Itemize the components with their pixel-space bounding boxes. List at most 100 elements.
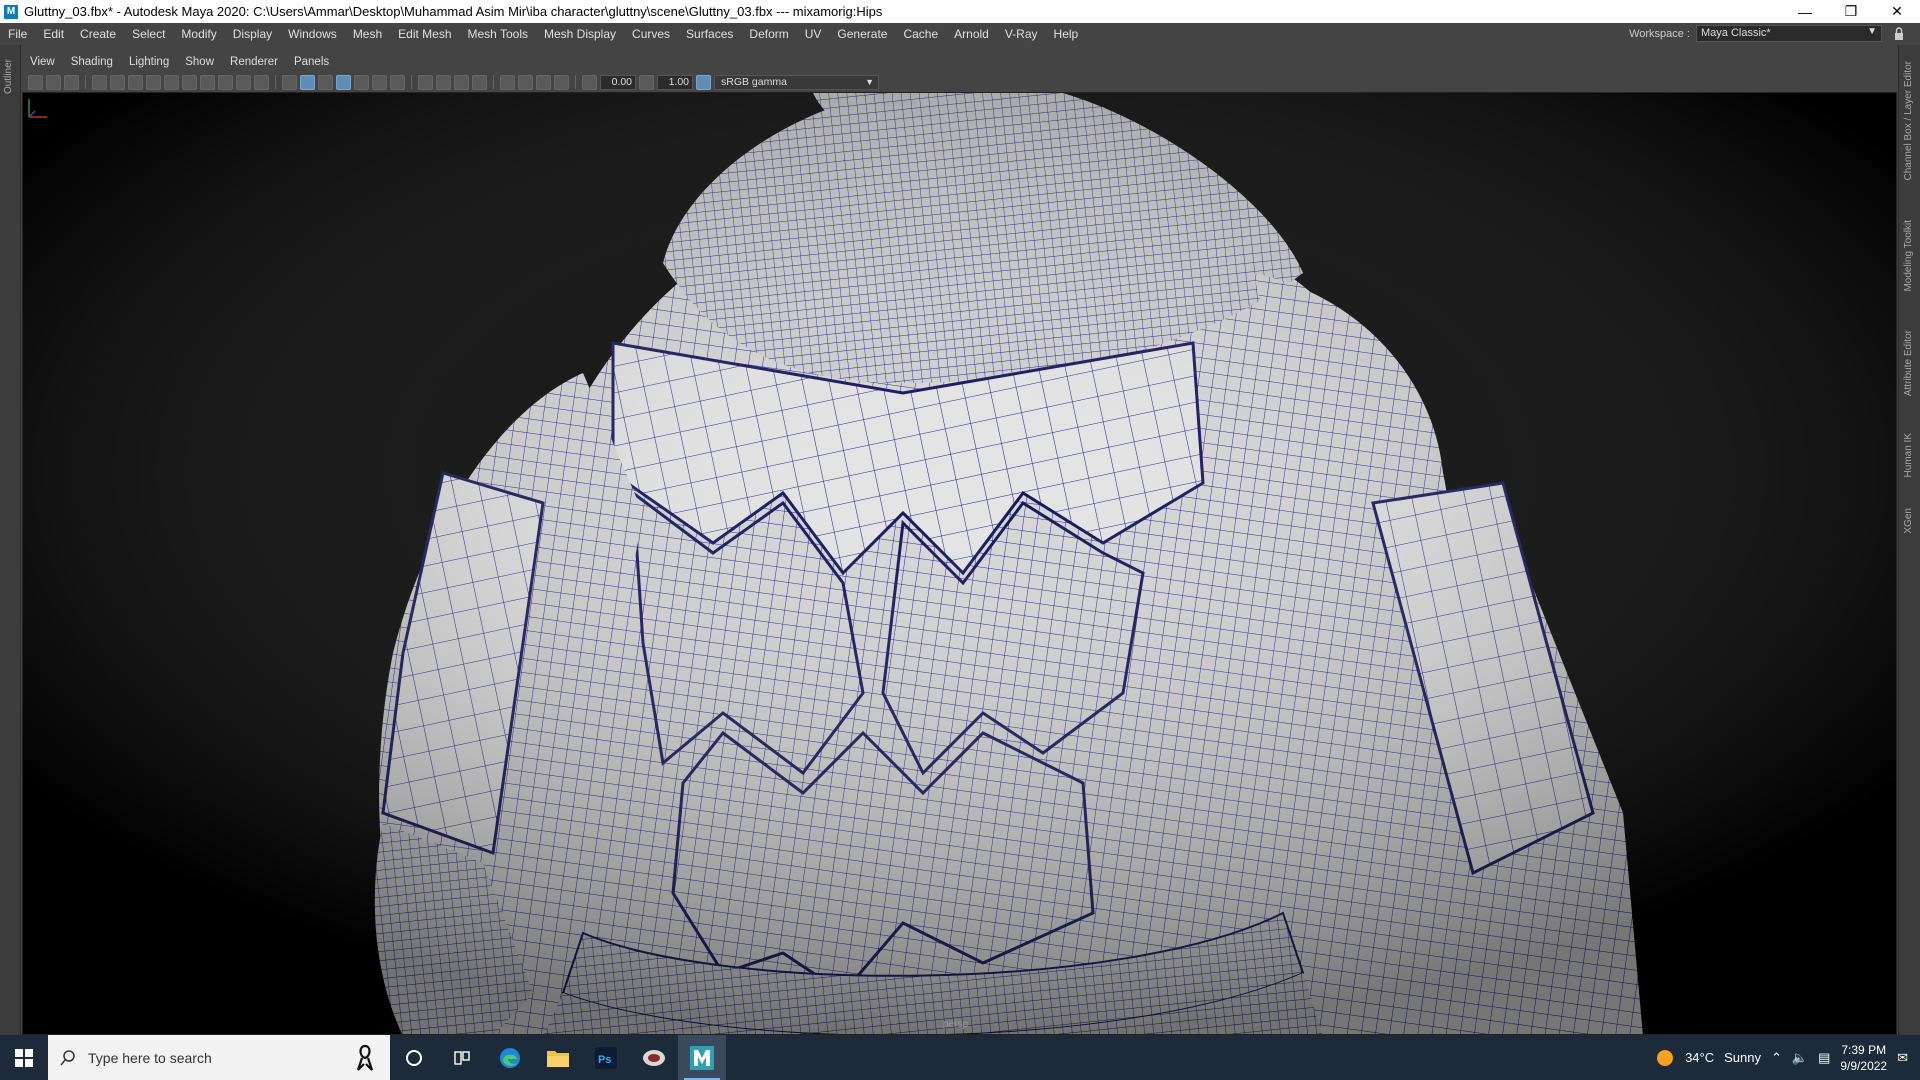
- wireframe-icon[interactable]: [282, 74, 297, 90]
- svg-text:Ps: Ps: [598, 1054, 611, 1066]
- grid-icon[interactable]: [146, 74, 161, 90]
- menu-edit[interactable]: Edit: [35, 27, 72, 41]
- ribbon-icon: [356, 1044, 374, 1071]
- menu-file[interactable]: File: [0, 27, 35, 41]
- use-all-lights-icon[interactable]: [372, 74, 387, 90]
- xray-components-icon[interactable]: [554, 74, 569, 90]
- view-axis-icon: [28, 99, 47, 118]
- menu-select[interactable]: Select: [124, 27, 173, 41]
- menu-uv[interactable]: UV: [797, 27, 830, 41]
- menu-vray[interactable]: V-Ray: [997, 27, 1046, 41]
- menu-mesh[interactable]: Mesh: [345, 27, 390, 41]
- anti-aliasing-icon[interactable]: [454, 74, 469, 90]
- xray-icon[interactable]: [518, 74, 533, 90]
- gamma-icon[interactable]: [639, 74, 654, 90]
- restore-button[interactable]: ❐: [1828, 0, 1874, 23]
- textured-icon[interactable]: [354, 74, 369, 90]
- menu-mesh-display[interactable]: Mesh Display: [536, 27, 624, 41]
- tab-xgen[interactable]: XGen: [1903, 508, 1914, 534]
- panel-menu-panels[interactable]: Panels: [286, 56, 337, 68]
- menu-modify[interactable]: Modify: [173, 27, 224, 41]
- menu-curves[interactable]: Curves: [624, 27, 678, 41]
- menu-generate[interactable]: Generate: [829, 27, 895, 41]
- panel-menu-renderer[interactable]: Renderer: [222, 56, 286, 68]
- shadows-icon[interactable]: [390, 74, 405, 90]
- camera-attributes-icon[interactable]: [46, 74, 61, 90]
- gamma-field[interactable]: 1.00: [657, 74, 693, 90]
- close-button[interactable]: ✕: [1874, 0, 1920, 23]
- tab-outliner[interactable]: Outliner: [3, 59, 14, 94]
- color-management-icon[interactable]: [696, 74, 711, 90]
- marmoset-icon[interactable]: [630, 1035, 678, 1080]
- panel-menu-view[interactable]: View: [22, 56, 63, 68]
- volume-mute-icon[interactable]: 🔈: [1792, 1050, 1808, 1066]
- windows-start-icon[interactable]: [0, 1035, 48, 1080]
- menu-arnold[interactable]: Arnold: [946, 27, 997, 41]
- film-gate-icon[interactable]: [164, 74, 179, 90]
- tab-modeling-toolkit[interactable]: Modeling Toolkit: [1903, 220, 1914, 292]
- taskbar-clock[interactable]: 7:39 PM 9/9/2022: [1840, 1042, 1887, 1074]
- weather-condition[interactable]: Sunny: [1724, 1050, 1761, 1065]
- gate-mask-icon[interactable]: [200, 74, 215, 90]
- photoshop-icon[interactable]: Ps: [582, 1035, 630, 1080]
- safe-action-icon[interactable]: [236, 74, 251, 90]
- menu-surfaces[interactable]: Surfaces: [678, 27, 741, 41]
- clock-date: 9/9/2022: [1840, 1058, 1888, 1073]
- tab-attribute-editor[interactable]: Attribute Editor: [1903, 330, 1914, 396]
- perspective-viewport[interactable]: persp: [22, 92, 1897, 1035]
- window-title: Gluttny_03.fbx* - Autodesk Maya 2020: C:…: [24, 4, 883, 19]
- chevron-up-icon[interactable]: ⌃: [1771, 1050, 1782, 1066]
- image-plane-icon[interactable]: [92, 74, 107, 90]
- menu-windows[interactable]: Windows: [280, 27, 345, 41]
- maya-icon[interactable]: [678, 1035, 726, 1080]
- isolate-select-icon[interactable]: [500, 74, 515, 90]
- search-placeholder: Type here to search: [88, 1049, 212, 1066]
- menu-create[interactable]: Create: [72, 27, 124, 41]
- weather-temp[interactable]: 34°C: [1685, 1050, 1714, 1065]
- file-explorer-icon[interactable]: [534, 1035, 582, 1080]
- field-chart-icon[interactable]: [218, 74, 233, 90]
- panel-menu-show[interactable]: Show: [177, 56, 222, 68]
- taskbar-search-box[interactable]: Type here to search: [48, 1035, 390, 1080]
- grease-pencil-icon[interactable]: [128, 74, 143, 90]
- motion-blur-icon[interactable]: [436, 74, 451, 90]
- minimize-button[interactable]: —: [1782, 0, 1828, 23]
- wireframe-on-shaded-icon[interactable]: [336, 74, 351, 90]
- windows-taskbar: Type here to search Ps 34°C Sunny ⌃ 🔈 ▤ …: [0, 1035, 1920, 1080]
- panel-menu-shading[interactable]: Shading: [63, 56, 121, 68]
- tab-human-ik[interactable]: Human IK: [1903, 433, 1914, 477]
- task-view-icon[interactable]: [438, 1035, 486, 1080]
- title-bar: M Gluttny_03.fbx* - Autodesk Maya 2020: …: [0, 0, 1920, 23]
- select-camera-icon[interactable]: [28, 74, 43, 90]
- view-transform-dropdown[interactable]: sRGB gamma ▼: [714, 74, 879, 90]
- notifications-icon[interactable]: ✉: [1897, 1050, 1908, 1066]
- edge-icon[interactable]: [486, 1035, 534, 1080]
- xray-joints-icon[interactable]: [536, 74, 551, 90]
- right-dock-strip: Channel Box / Layer Editor Modeling Tool…: [1898, 45, 1920, 1035]
- cortana-icon[interactable]: [390, 1035, 438, 1080]
- smooth-shade-icon[interactable]: [300, 74, 315, 90]
- safe-title-icon[interactable]: [254, 74, 269, 90]
- bookmark-icon[interactable]: [64, 74, 79, 90]
- workspace-selector: Workspace : Maya Classic* ▼: [1629, 25, 1906, 42]
- menu-deform[interactable]: Deform: [741, 27, 796, 41]
- two-d-pan-icon[interactable]: [110, 74, 125, 90]
- workspace-dropdown[interactable]: Maya Classic* ▼: [1696, 25, 1882, 42]
- toolbar-divider: [275, 75, 276, 89]
- menu-display[interactable]: Display: [225, 27, 280, 41]
- menu-cache[interactable]: Cache: [895, 27, 946, 41]
- exposure-icon[interactable]: [582, 74, 597, 90]
- menu-edit-mesh[interactable]: Edit Mesh: [390, 27, 459, 41]
- resolution-gate-icon[interactable]: [182, 74, 197, 90]
- default-material-icon[interactable]: [318, 74, 333, 90]
- screen-space-ao-icon[interactable]: [418, 74, 433, 90]
- exposure-field[interactable]: 0.00: [600, 74, 636, 90]
- wireframe-character-model: [23, 93, 1896, 1034]
- menu-mesh-tools[interactable]: Mesh Tools: [460, 27, 536, 41]
- network-icon[interactable]: ▤: [1818, 1050, 1830, 1066]
- menu-help[interactable]: Help: [1046, 27, 1087, 41]
- panel-menu-lighting[interactable]: Lighting: [121, 56, 177, 68]
- lock-icon[interactable]: [1892, 26, 1906, 42]
- tab-channel-box[interactable]: Channel Box / Layer Editor: [1903, 61, 1914, 181]
- depth-of-field-icon[interactable]: [472, 74, 487, 90]
